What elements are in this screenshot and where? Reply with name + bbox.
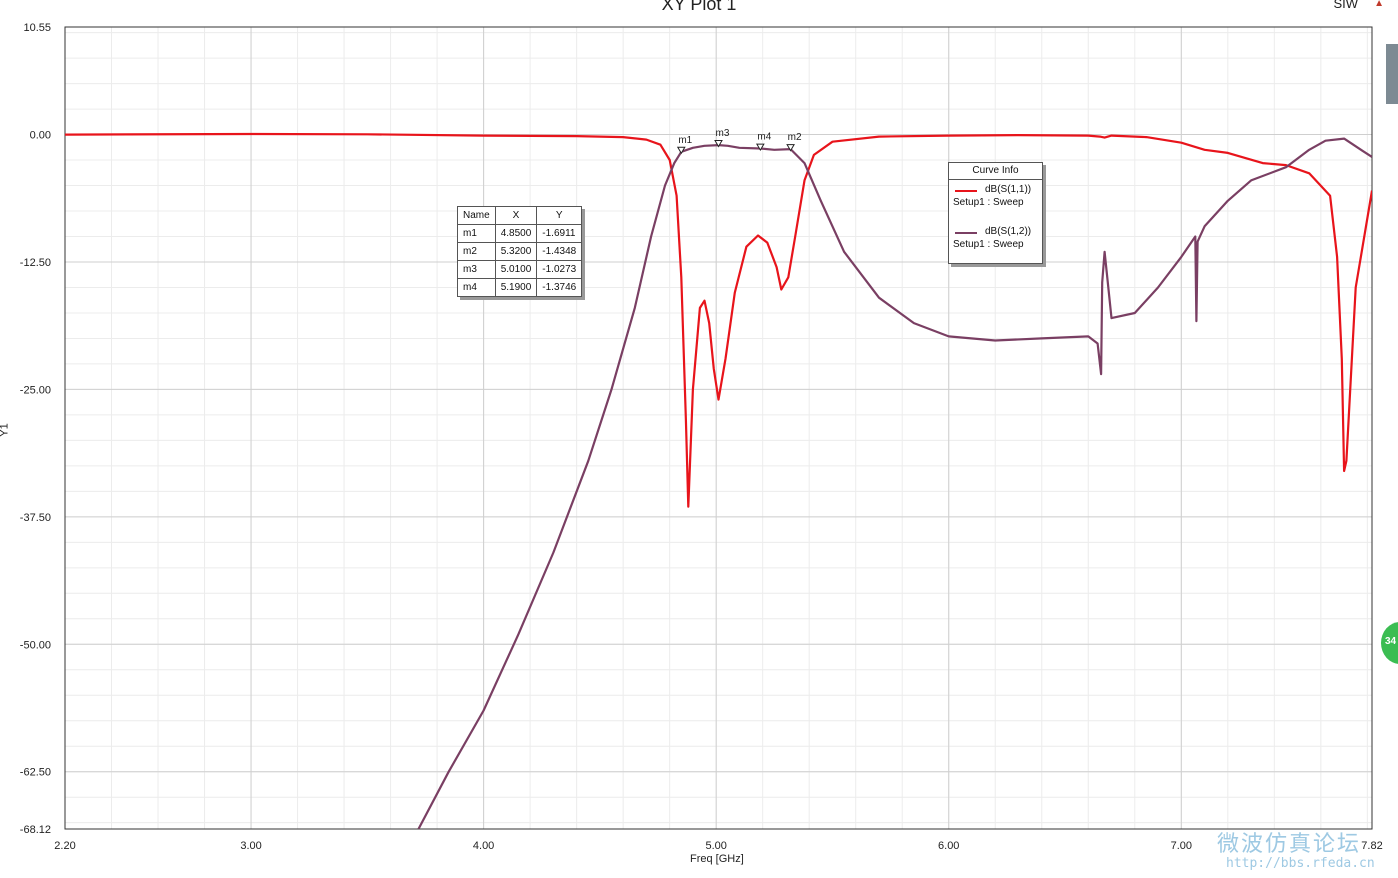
marker-x: 5.0100 xyxy=(494,260,538,279)
watermark-url: http://bbs.rfeda.cn xyxy=(1226,856,1375,871)
marker-col-y: Y xyxy=(536,206,583,225)
project-label: SIW xyxy=(1333,0,1358,11)
marker-table-header-row: Name X Y xyxy=(457,206,583,225)
table-row: m3 5.0100 -1.0273 xyxy=(457,260,583,279)
legend-label-s11: dB(S(1,1)) xyxy=(985,184,1032,195)
curve-info-legend[interactable]: Curve Info dB(S(1,1)) Setup1 : Sweep dB(… xyxy=(948,162,1043,264)
legend-swatch-s12 xyxy=(955,232,977,234)
xy-plot: 2.20 3.00 4.00 5.00 6.00 7.00 7.82 10.55 0.00 -12… xyxy=(20,22,1383,852)
marker-label-m2: m2 xyxy=(788,132,802,143)
x-tick-label: 6.00 xyxy=(938,840,959,852)
y-tick-label: 0.00 xyxy=(30,130,51,142)
y-axis-label: Y1 xyxy=(0,423,11,437)
legend-entry-s11[interactable]: dB(S(1,1)) Setup1 : Sweep xyxy=(949,180,1042,222)
x-axis-label: Freq [GHz] xyxy=(690,853,744,865)
series-line-s11 xyxy=(65,132,1372,508)
table-row: m4 5.1900 -1.3746 xyxy=(457,278,583,297)
marker-name: m3 xyxy=(457,260,496,279)
marker-x: 5.1900 xyxy=(494,278,538,297)
marker-table[interactable]: Name X Y m1 4.8500 -1.6911 m2 5.3200 -1.… xyxy=(457,206,583,297)
marker-col-x: X xyxy=(494,206,538,225)
marker-x: 5.3200 xyxy=(494,242,538,261)
x-tick-label: 7.82 xyxy=(1361,840,1382,852)
legend-setup-s12: Setup1 : Sweep xyxy=(953,239,1024,250)
y-tick-label: 10.55 xyxy=(23,22,51,34)
table-row: m1 4.8500 -1.6911 xyxy=(457,224,583,243)
x-tick-label: 4.00 xyxy=(473,840,494,852)
marker-label-m1: m1 xyxy=(678,135,692,146)
marker-y: -1.6911 xyxy=(536,224,583,243)
marker-y: -1.0273 xyxy=(536,260,583,279)
marker-label-m3: m3 xyxy=(716,128,730,139)
plot-title: XY Plot 1 xyxy=(661,0,737,14)
marker-name: m2 xyxy=(457,242,496,261)
x-tick-label: 3.00 xyxy=(240,840,261,852)
legend-swatch-s11 xyxy=(955,190,977,192)
marker-y: -1.3746 xyxy=(536,278,583,297)
y-tick-label: -62.50 xyxy=(20,767,51,779)
marker-x: 4.8500 xyxy=(494,224,538,243)
vertical-scrollbar[interactable] xyxy=(1386,44,1398,104)
y-tick-label: -50.00 xyxy=(20,639,51,651)
y-tick-label: -12.50 xyxy=(20,257,51,269)
marker-label-m4: m4 xyxy=(757,132,771,143)
y-tick-label: -68.12 xyxy=(20,824,51,836)
marker-name: m4 xyxy=(457,278,496,297)
legend-label-s12: dB(S(1,2)) xyxy=(985,226,1032,237)
legend-setup-s11: Setup1 : Sweep xyxy=(953,197,1024,208)
marker-y: -1.4348 xyxy=(536,242,583,261)
legend-entry-s12[interactable]: dB(S(1,2)) Setup1 : Sweep xyxy=(949,222,1042,264)
table-row: m2 5.3200 -1.4348 xyxy=(457,242,583,261)
x-tick-label: 5.00 xyxy=(705,840,726,852)
y-tick-label: -25.00 xyxy=(20,384,51,396)
marker-col-name: Name xyxy=(457,206,496,225)
watermark-text: 微波仿真论坛 xyxy=(1217,832,1362,857)
curve-info-title: Curve Info xyxy=(949,163,1042,180)
collapse-arrow-icon[interactable]: ▲ xyxy=(1374,0,1384,9)
y-tick-label: -37.50 xyxy=(20,512,51,524)
marker-name: m1 xyxy=(457,224,496,243)
x-tick-label: 7.00 xyxy=(1171,840,1192,852)
x-tick-label: 2.20 xyxy=(54,840,75,852)
